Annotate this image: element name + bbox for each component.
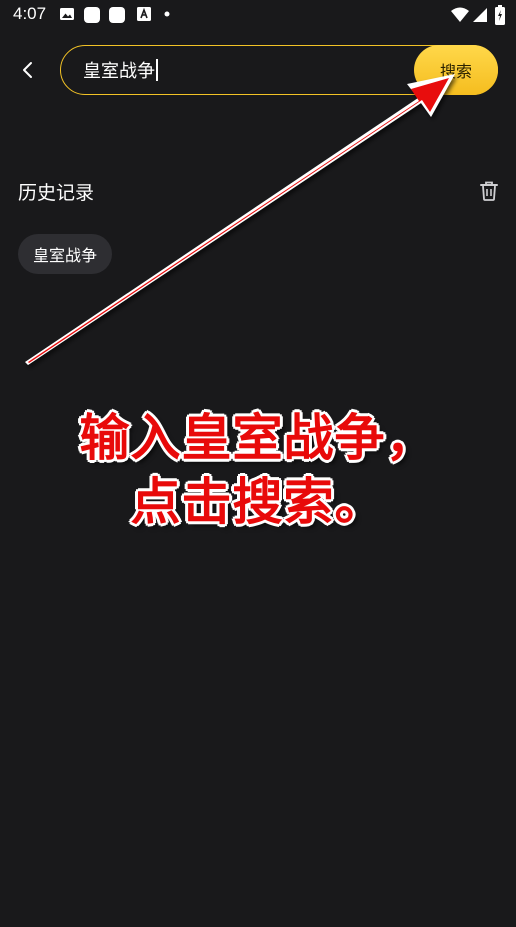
battery-icon [495, 5, 505, 25]
history-title: 历史记录 [18, 182, 95, 204]
signal-icon [473, 8, 487, 22]
clear-history-button[interactable] [478, 179, 500, 203]
text-box-icon [137, 7, 151, 21]
wifi-icon [451, 7, 469, 22]
search-button[interactable]: 搜索 [414, 45, 498, 95]
chevron-left-icon [23, 62, 32, 78]
search-input-value: 皇室战争 [83, 61, 155, 82]
image-icon [60, 8, 74, 20]
status-time: 4:07 [13, 4, 47, 23]
annotation-line-1: 输入皇室战争， [79, 409, 437, 467]
dot-icon [164, 11, 170, 17]
back-button[interactable] [10, 52, 46, 88]
annotation-line-2: 点击搜索。 [130, 473, 386, 531]
status-bar: 4:07 [0, 0, 516, 30]
square-app-icon [84, 7, 100, 23]
history-chip[interactable]: 皇室战争 [18, 234, 113, 274]
search-input[interactable]: 皇室战争 [83, 58, 383, 82]
search-box[interactable]: 皇室战争 搜索 [60, 45, 498, 95]
trash-icon [480, 181, 498, 201]
text-caret [156, 59, 158, 81]
square-app-icon [109, 7, 125, 23]
